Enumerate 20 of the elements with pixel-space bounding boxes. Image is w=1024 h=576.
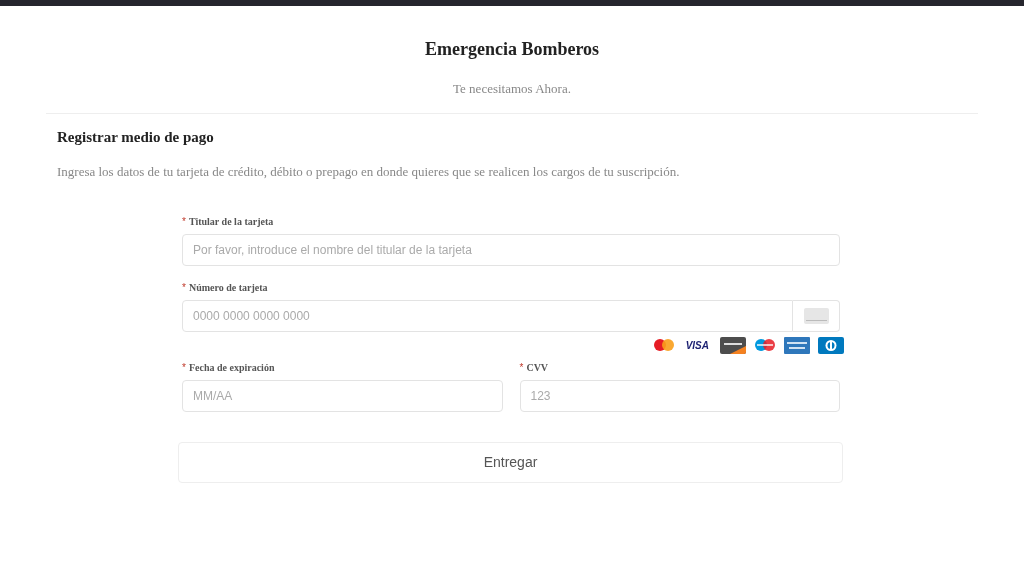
section-description: Ingresa los datos de tu tarjeta de crédito, débito o prepago en donde quieres que se realicen los cargos de tu suscripción. (57, 163, 681, 181)
text-field[interactable]: Por favor, introduce el nombre del titular de la tarjeta (182, 233, 840, 266)
card-icon (803, 307, 829, 324)
page-subtitle: Te necesitamos Ahora. (453, 80, 571, 98)
submit-button[interactable]: Entregar (178, 441, 843, 483)
field-label: Titular de la tarjeta (188, 215, 274, 229)
required-mark: * (182, 281, 186, 295)
text-field[interactable]: MM/AA (182, 379, 503, 412)
required-mark: * (182, 215, 186, 229)
field-label: CVV (526, 361, 549, 375)
page-title: Emergencia Bomberos (424, 38, 600, 61)
required-mark: * (182, 361, 186, 375)
field-label: Fecha de expiración (188, 361, 275, 375)
field-label: Número de tarjeta (188, 281, 268, 295)
text-field[interactable]: 123 (519, 379, 840, 412)
required-mark: * (519, 361, 524, 375)
mastercard-logo-icon (652, 338, 675, 352)
card-number-field[interactable]: 0000 0000 0000 0000 (182, 299, 793, 332)
section-title: Registrar medio de pago (57, 127, 215, 147)
visa-logo: VISA (684, 338, 710, 353)
